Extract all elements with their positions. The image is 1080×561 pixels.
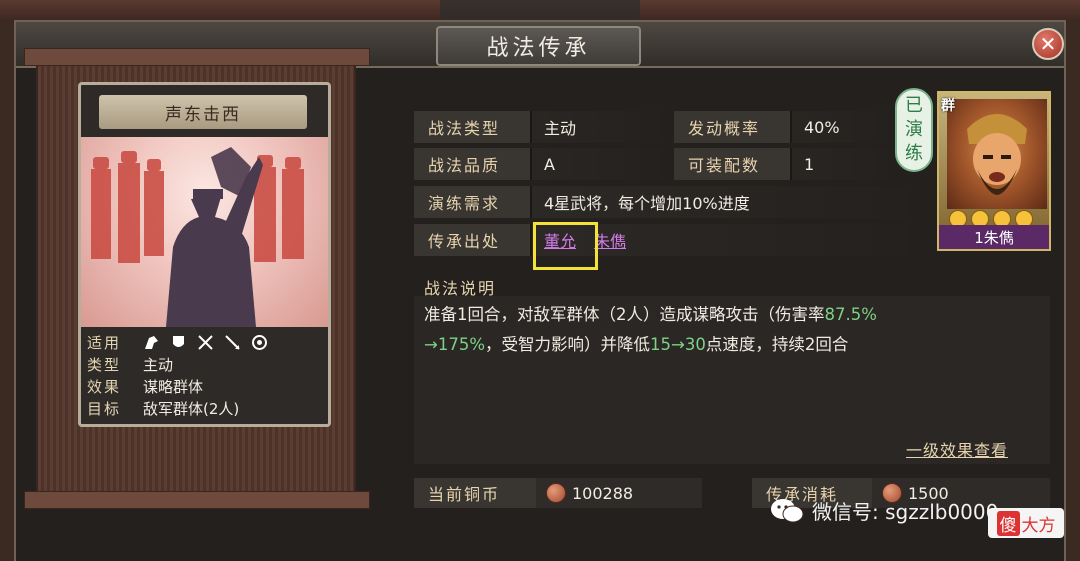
copper-label: 当前铜币 [414,478,536,508]
trigger-prob-label: 发动概率 [674,111,790,143]
close-icon: ✕ [1039,32,1057,56]
type-key: 类型 [87,355,122,374]
tactic-artwork [81,137,328,327]
effect-key: 效果 [87,377,122,396]
tactic-name: 声东击西 [99,95,307,129]
faction-badge: 群 [941,98,955,114]
practiced-stamp: 已 演 练 [895,88,933,172]
equip-count-label: 可装配数 [674,148,790,180]
desc-seg-5: 15→30 [650,335,706,354]
general-card[interactable]: 群 1朱儁 [937,91,1051,251]
cavalry-icon [143,334,160,351]
desc-seg-2: 87.5% [824,305,877,324]
copper-value: 100288 [572,483,634,503]
copper-coin-icon [546,483,566,503]
suitable-troop-icons [143,334,268,351]
general-name: 1朱儁 [939,225,1049,249]
target-value: 敌军群体(2人) [143,399,240,418]
effect-value: 谋略群体 [143,377,204,396]
close-button[interactable]: ✕ [1032,28,1064,60]
copper-field: 当前铜币 100288 [414,478,702,508]
description-text: 准备1回合，对敌军群体（2人）造成谋略攻击（伤害率87.5% →175%，受智力… [424,300,1050,360]
tactic-type-value: 主动 [544,119,577,138]
trigger-prob-field: 发动概率 40% [674,111,888,143]
desc-seg-3: →175% [424,335,485,354]
wechat-icon [771,498,804,522]
desc-seg-6: 点速度，持续2回合 [705,335,849,354]
quality-value: A [544,154,555,174]
type-value: 主动 [143,355,174,374]
watermark-badge: 傻大方 [988,508,1064,538]
top-strip [0,0,1080,22]
practice-req-value: 4星武将，每个增加10%进度 [544,194,750,213]
source-label: 传承出处 [414,224,530,256]
tactic-info: 适用 类型 主动 效果 谋略群体 目标 敌军群体(2人) [87,331,323,421]
spear-icon [224,334,241,351]
highlight-box [533,222,598,270]
suitable-label: 适用 [87,333,122,352]
general-portrait [947,99,1047,209]
practice-req-field: 演练需求 4星武将，每个增加10%进度 [414,186,910,218]
quality-label: 战法品质 [414,148,530,180]
level1-effect-link[interactable]: 一级效果查看 [906,437,1008,461]
machine-icon [251,334,268,351]
quality-field: 战法品质 A [414,148,662,180]
bow-icon [197,334,214,351]
equip-count-field: 可装配数 1 [674,148,888,180]
source-field: 传承出处 董允 朱儁 [414,224,910,256]
desc-seg-1: 准备1回合，对敌军群体（2人）造成谋略攻击（伤害率 [424,305,825,324]
desc-seg-4: ，受智力影响）并降低 [485,335,650,354]
shield-icon [170,334,187,351]
practice-req-label: 演练需求 [414,186,530,218]
description-title: 战法说明 [424,279,497,298]
equip-count-value: 1 [804,154,815,174]
watermark-text: 微信号: sgzzlb0000 [812,500,999,524]
trigger-prob-value: 40% [804,117,840,137]
tactic-type-field: 战法类型 主动 [414,111,662,143]
target-key: 目标 [87,399,122,418]
watermark: 微信号: sgzzlb0000 [770,496,998,525]
window-title: 战法传承 [436,26,641,66]
tactic-type-label: 战法类型 [414,111,530,143]
tactic-card: 声东击西 适用 类型 主动 效果 谋略群体 目标 敌军群体(2人) [78,82,331,427]
